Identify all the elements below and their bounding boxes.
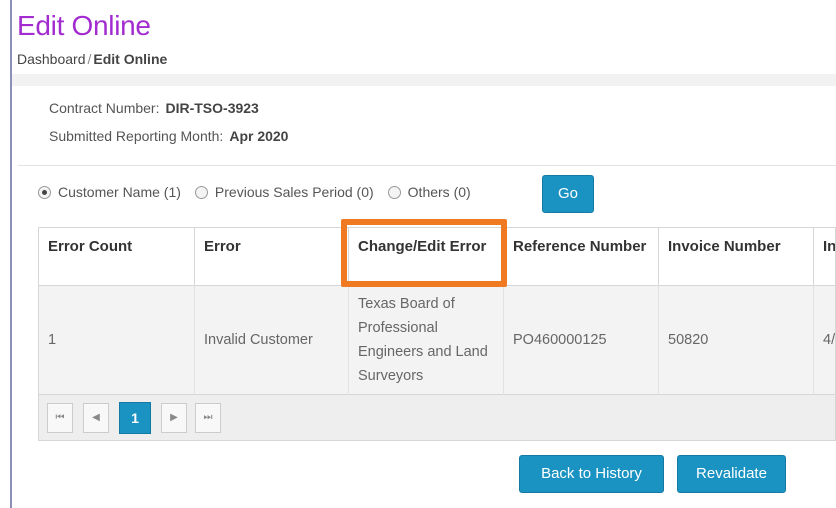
- breadcrumb-dashboard-link[interactable]: Dashboard: [17, 51, 86, 67]
- contract-number-label: Contract Number:: [49, 100, 160, 116]
- last-page-icon[interactable]: ⏭: [195, 403, 221, 433]
- cell-invoice-date: 4/: [823, 332, 836, 348]
- revalidate-button[interactable]: Revalidate: [677, 455, 786, 493]
- cell-error: Invalid Customer: [195, 285, 349, 395]
- radio-button-checked[interactable]: [38, 185, 51, 199]
- radio-button[interactable]: [387, 185, 401, 199]
- column-header-error-count[interactable]: Error Count: [39, 228, 195, 285]
- first-page-icon[interactable]: ⏮: [47, 403, 73, 433]
- reporting-month-label: Submitted Reporting Month:: [49, 128, 224, 144]
- cell-error-count: 1: [39, 285, 195, 395]
- reporting-month-row: Submitted Reporting Month: Apr 2020: [49, 128, 288, 144]
- radio-others-label: Others (0): [407, 184, 471, 200]
- breadcrumb-separator: /: [87, 51, 92, 67]
- radio-customer-name-label: Customer Name (1): [58, 184, 181, 200]
- radio-others[interactable]: Others (0): [387, 184, 471, 200]
- radio-customer-name[interactable]: Customer Name (1): [38, 184, 181, 200]
- column-header-reference-number[interactable]: Reference Number: [504, 228, 659, 285]
- pager: ⏮ ◀ 1 ▶ ⏭: [39, 395, 835, 440]
- breadcrumb-current: Edit Online: [93, 51, 168, 67]
- divider: [18, 165, 836, 166]
- contract-number-row: Contract Number: DIR-TSO-3923: [49, 100, 259, 116]
- column-header-change-edit-error[interactable]: Change/Edit Error: [349, 228, 504, 285]
- reporting-month-value: Apr 2020: [229, 128, 289, 144]
- contract-number-value: DIR-TSO-3923: [165, 100, 259, 116]
- radio-button[interactable]: [194, 185, 208, 199]
- radio-previous-sales-period[interactable]: Previous Sales Period (0): [194, 184, 374, 200]
- page-title: Edit Online: [17, 10, 151, 41]
- page-number-current[interactable]: 1: [119, 402, 151, 434]
- cell-invoice-number: 50820: [659, 285, 814, 395]
- page-frame: Edit Online Dashboard / Edit Online Contra…: [0, 0, 836, 508]
- errors-table: Error Count Error Change/Edit Error Refe…: [38, 227, 836, 441]
- radio-previous-sales-period-label: Previous Sales Period (0): [214, 184, 374, 200]
- column-header-error[interactable]: Error: [195, 228, 349, 285]
- column-header-invoice-date[interactable]: In: [814, 228, 835, 285]
- cell-reference-number: PO460000125: [504, 285, 659, 395]
- prev-page-icon[interactable]: ◀: [83, 403, 109, 433]
- breadcrumb: Dashboard / Edit Online: [17, 51, 167, 67]
- go-button[interactable]: Go: [542, 175, 594, 213]
- column-header-invoice-number[interactable]: Invoice Number: [659, 228, 814, 285]
- next-page-icon[interactable]: ▶: [161, 403, 187, 433]
- back-to-history-button[interactable]: Back to History: [519, 455, 664, 493]
- section-divider-band: [12, 74, 836, 86]
- cell-change-edit-error[interactable]: Texas Board of Professional Engineers an…: [349, 285, 504, 395]
- error-filter-radios: Customer Name (1) Previous Sales Period …: [38, 184, 485, 200]
